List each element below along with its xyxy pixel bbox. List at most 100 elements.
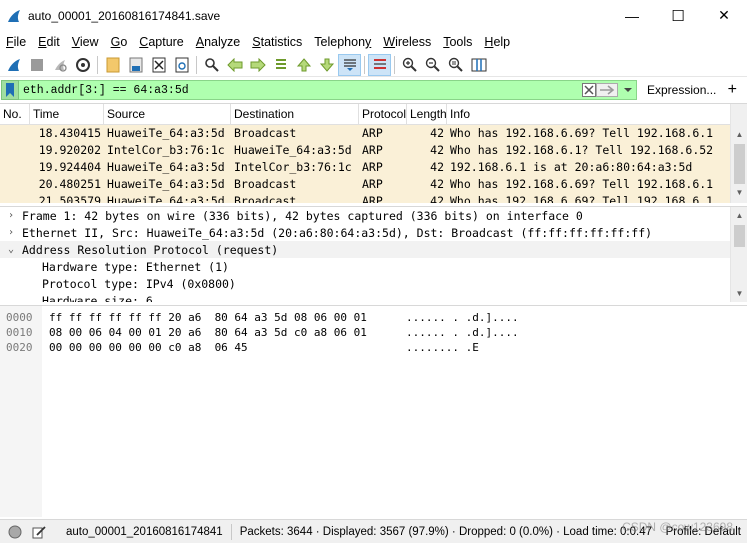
scroll-up-icon[interactable]: ▲ bbox=[731, 207, 747, 224]
zoom-in-button[interactable] bbox=[398, 54, 421, 76]
detail-tree-item[interactable]: Hardware size: 6 bbox=[0, 292, 747, 303]
packet-cell-src: HuaweiTe_64:a3:5d bbox=[107, 194, 225, 203]
add-filter-button[interactable]: + bbox=[728, 81, 737, 99]
scrollbar-thumb[interactable] bbox=[734, 225, 745, 247]
minimize-button[interactable]: — bbox=[609, 0, 655, 31]
resize-columns-button[interactable] bbox=[467, 54, 490, 76]
expert-info-button[interactable] bbox=[6, 523, 24, 541]
colorize-icon bbox=[373, 58, 386, 69]
packet-cell-proto: ARP bbox=[362, 194, 383, 203]
menu-item-tools[interactable]: Tools bbox=[437, 31, 478, 53]
toolbar-separator bbox=[364, 55, 365, 74]
menu-item-edit[interactable]: Edit bbox=[32, 31, 66, 53]
byte-ascii: ...... . .d.].... bbox=[406, 311, 519, 324]
go-forward-button[interactable] bbox=[246, 54, 269, 76]
restart-capture-button[interactable] bbox=[48, 54, 71, 76]
packet-row[interactable]: 19.920202 IntelCor_b3:76:1c HuaweiTe_64:a3… bbox=[0, 142, 747, 159]
column-header-source[interactable]: Source bbox=[104, 104, 231, 124]
colorize-button[interactable] bbox=[368, 53, 391, 76]
bytes-row[interactable]: 0020 00 00 00 00 00 00 c0 a8 06 45.......… bbox=[0, 341, 479, 356]
zoom-normal-button[interactable] bbox=[444, 54, 467, 76]
find-packet-button[interactable] bbox=[200, 54, 223, 76]
stop-capture-button[interactable] bbox=[25, 54, 48, 76]
expand-arrow-icon[interactable]: › bbox=[4, 210, 18, 221]
column-header-protocol[interactable]: Protocol bbox=[359, 104, 407, 124]
go-first-button[interactable] bbox=[292, 54, 315, 76]
go-to-packet-button[interactable] bbox=[269, 54, 292, 76]
column-header-destination[interactable]: Destination bbox=[231, 104, 359, 124]
packet-cell-len: 42 bbox=[430, 126, 444, 140]
menu-item-wireless[interactable]: Wireless bbox=[377, 31, 437, 53]
packet-details-scrollbar[interactable]: ▲ ▼ bbox=[730, 207, 747, 302]
expression-button[interactable]: Expression... bbox=[643, 80, 720, 100]
byte-hex: 00 00 00 00 00 00 c0 a8 06 45 bbox=[49, 341, 248, 354]
filter-bookmark-button[interactable] bbox=[1, 80, 19, 100]
display-filter-field[interactable] bbox=[19, 80, 637, 100]
packet-row[interactable]: 19.924404 HuaweiTe_64:a3:5d IntelCor_b3:76… bbox=[0, 159, 747, 176]
save-file-icon bbox=[129, 57, 142, 72]
go-back-button[interactable] bbox=[223, 54, 246, 76]
window-title: auto_00001_20160816174841.save bbox=[28, 8, 221, 23]
detail-tree-item[interactable]: ⌄ Address Resolution Protocol (request) bbox=[0, 241, 747, 258]
column-header-no[interactable]: No. bbox=[0, 104, 30, 124]
menu-item-capture[interactable]: Capture bbox=[133, 31, 189, 53]
column-header-length[interactable]: Length bbox=[407, 104, 447, 124]
scroll-down-icon[interactable]: ▼ bbox=[731, 184, 747, 201]
packet-cell-len: 42 bbox=[430, 160, 444, 174]
packet-cell-dst: IntelCor_b3:76:1c bbox=[234, 160, 352, 174]
packet-cell-src: HuaweiTe_64:a3:5d bbox=[107, 177, 225, 191]
detail-tree-item[interactable]: Hardware type: Ethernet (1) bbox=[0, 258, 747, 275]
close-button[interactable]: ✕ bbox=[701, 0, 747, 31]
display-filter-input[interactable] bbox=[19, 83, 579, 97]
packet-list-header: No. Time Source Destination Protocol Length In… bbox=[0, 104, 747, 125]
menu-item-file[interactable]: File bbox=[0, 31, 32, 53]
display-filter-bar: Expression... + bbox=[0, 79, 747, 101]
menu-accelerator: E bbox=[38, 35, 47, 49]
filter-history-dropdown-icon[interactable] bbox=[622, 83, 634, 97]
reload-file-button[interactable] bbox=[170, 54, 193, 76]
packet-row[interactable]: 18.430415 HuaweiTe_64:a3:5d Broadcast ARP 42… bbox=[0, 125, 747, 142]
packet-row[interactable]: 20.480251 HuaweiTe_64:a3:5d Broadcast ARP 42… bbox=[0, 176, 747, 193]
packet-cell-time: 20.480251 bbox=[38, 177, 101, 191]
bytes-row[interactable]: 0000 ff ff ff ff ff ff 20 a6 80 64 a3 5d … bbox=[0, 311, 519, 326]
maximize-button[interactable]: ☐ bbox=[655, 0, 701, 31]
menu-item-telephony[interactable]: Telephony bbox=[308, 31, 377, 53]
start-capture-button[interactable] bbox=[2, 54, 25, 76]
scroll-down-icon[interactable]: ▼ bbox=[731, 285, 747, 302]
column-header-time[interactable]: Time bbox=[30, 104, 104, 124]
bytes-row[interactable]: 0010 08 00 06 04 00 01 20 a6 80 64 a3 5d … bbox=[0, 326, 519, 341]
byte-ascii: ........ .E bbox=[406, 341, 479, 354]
packet-cell-proto: ARP bbox=[362, 143, 383, 157]
close-file-button[interactable] bbox=[147, 54, 170, 76]
scrollbar-thumb[interactable] bbox=[734, 144, 745, 184]
menu-item-go[interactable]: Go bbox=[105, 31, 134, 53]
menu-item-analyze[interactable]: Analyze bbox=[190, 31, 246, 53]
resize-columns-icon bbox=[471, 58, 486, 71]
detail-tree-item[interactable]: › Ethernet II, Src: HuaweiTe_64:a3:5d (20… bbox=[0, 224, 747, 241]
menu-label-part: nalyze bbox=[204, 35, 241, 49]
packet-list-scrollbar[interactable]: ▲ ▼ bbox=[730, 104, 747, 203]
detail-tree-item[interactable]: Protocol type: IPv4 (0x0800) bbox=[0, 275, 747, 292]
stop-icon bbox=[30, 58, 43, 71]
column-header-info[interactable]: Info bbox=[447, 104, 725, 124]
detail-tree-item[interactable]: › Frame 1: 42 bytes on wire (336 bits), 4… bbox=[0, 207, 747, 224]
autoscroll-button[interactable] bbox=[338, 53, 361, 76]
open-file-icon bbox=[106, 57, 119, 72]
collapse-arrow-icon[interactable]: ⌄ bbox=[4, 244, 18, 255]
go-last-button[interactable] bbox=[315, 54, 338, 76]
clear-filter-icon[interactable] bbox=[582, 83, 596, 97]
menu-item-statistics[interactable]: Statistics bbox=[246, 31, 308, 53]
menu-item-view[interactable]: View bbox=[66, 31, 105, 53]
byte-hex: ff ff ff ff ff ff 20 a6 80 64 a3 5d 08 0… bbox=[49, 311, 367, 324]
menu-item-help[interactable]: Help bbox=[478, 31, 516, 53]
save-file-button[interactable] bbox=[124, 54, 147, 76]
apply-filter-icon[interactable] bbox=[596, 83, 618, 97]
scroll-up-icon[interactable]: ▲ bbox=[731, 126, 747, 143]
expand-arrow-icon[interactable]: › bbox=[4, 227, 18, 238]
edit-comment-icon bbox=[32, 525, 46, 538]
open-file-button[interactable] bbox=[101, 54, 124, 76]
packet-row[interactable]: 21.503579 HuaweiTe_64:a3:5d Broadcast ARP 42… bbox=[0, 193, 747, 203]
zoom-out-button[interactable] bbox=[421, 54, 444, 76]
capture-comment-button[interactable] bbox=[30, 523, 48, 541]
capture-options-button[interactable] bbox=[71, 54, 94, 76]
